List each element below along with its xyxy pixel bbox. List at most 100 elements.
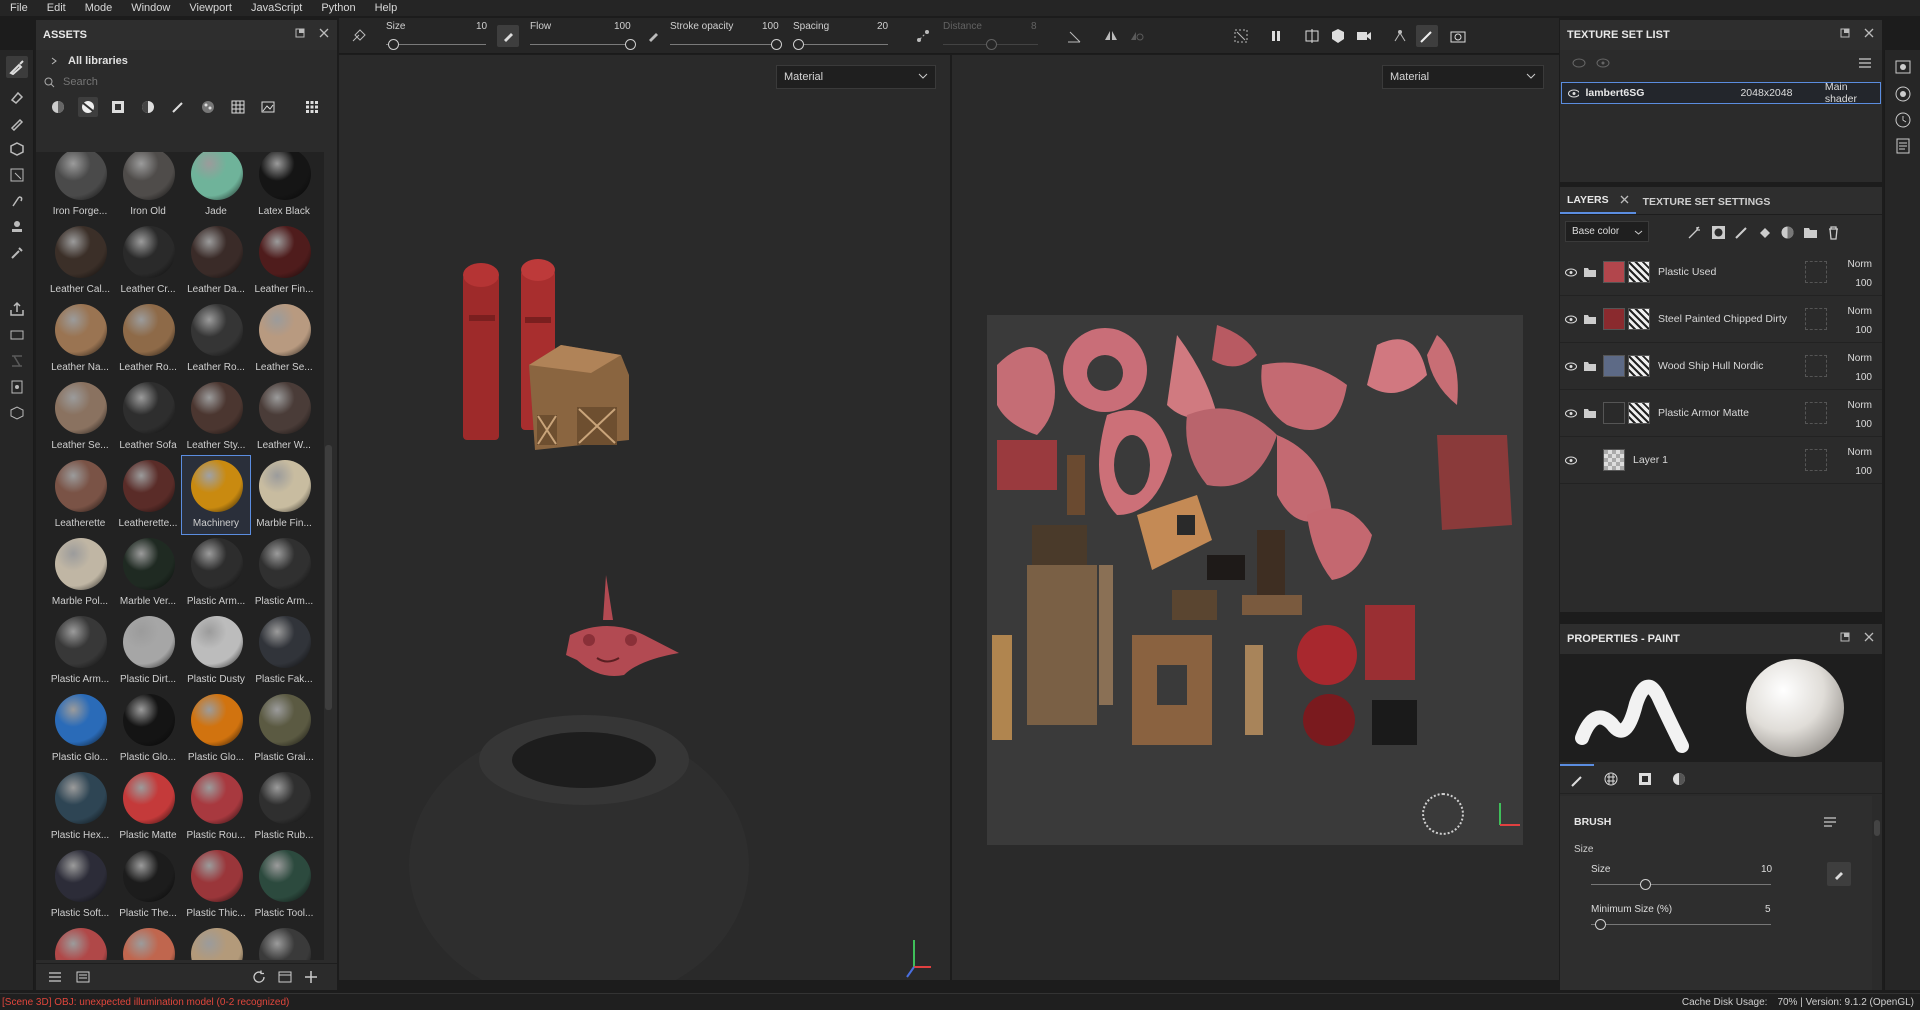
shader-settings-icon[interactable]: [1895, 86, 1911, 102]
view-grid-toggle[interactable]: [302, 97, 322, 117]
material-tile[interactable]: Marble Fin...: [250, 456, 318, 534]
viewport-3d[interactable]: Material: [339, 55, 950, 980]
lazy-mouse-button[interactable]: [912, 25, 934, 47]
paint-brush-tool[interactable]: [6, 56, 28, 78]
visibility-icon[interactable]: [1596, 58, 1610, 68]
material-tile[interactable]: Leather Cal...: [46, 222, 114, 300]
layer-opacity[interactable]: 100: [1832, 274, 1872, 293]
properties-scrollbar[interactable]: [1874, 820, 1880, 836]
layer-mask-slot[interactable]: [1805, 308, 1827, 330]
folder-icon[interactable]: [1583, 361, 1597, 372]
undock-icon[interactable]: [295, 28, 305, 38]
size-pen-pressure-button[interactable]: [497, 25, 519, 47]
brush-size-knob[interactable]: [1640, 879, 1651, 890]
filter-grunges[interactable]: [228, 97, 248, 117]
layer-blend-mode[interactable]: Norm: [1832, 443, 1872, 462]
viewport-2d[interactable]: Material: [952, 55, 1559, 980]
material-tile[interactable]: Plastic Soft...: [46, 846, 114, 924]
material-tile[interactable]: Iron Old: [114, 152, 182, 222]
layer-mask-thumbnail[interactable]: [1628, 402, 1650, 424]
material-tile[interactable]: Plastic Dusty: [182, 612, 250, 690]
projection-tool[interactable]: [6, 112, 28, 134]
menu-mode[interactable]: Mode: [85, 2, 113, 14]
layer-blend-mode[interactable]: Norm: [1832, 302, 1872, 321]
texture-set-row[interactable]: lambert6SG 2048x2048 Main shader: [1561, 81, 1881, 105]
add-mask-icon[interactable]: [1711, 225, 1726, 240]
layer-thumbnail[interactable]: [1603, 402, 1625, 424]
close-icon[interactable]: [319, 28, 329, 38]
visibility-icon[interactable]: [1565, 268, 1577, 277]
material-tile[interactable]: Plastic Glo...: [114, 690, 182, 768]
menu-edit[interactable]: Edit: [47, 2, 66, 14]
layer-blend[interactable]: Norm 100: [1832, 443, 1872, 481]
polygon-fill-tool[interactable]: [6, 164, 28, 186]
layer-opacity[interactable]: 100: [1832, 321, 1872, 340]
export-tool[interactable]: [6, 298, 28, 320]
folder-window-icon[interactable]: [278, 970, 292, 984]
layer-mask-thumbnail[interactable]: [1628, 261, 1650, 283]
filter-procedurals[interactable]: [198, 97, 218, 117]
display-settings-icon[interactable]: [1895, 60, 1911, 74]
material-tile[interactable]: Iron Forge...: [46, 152, 114, 222]
symmetry-button[interactable]: [1100, 25, 1122, 47]
visibility-off-icon[interactable]: [1572, 58, 1586, 68]
layer-blend-mode[interactable]: Norm: [1832, 396, 1872, 415]
menu-window[interactable]: Window: [131, 2, 170, 14]
layer-mask-slot[interactable]: [1805, 449, 1827, 471]
material-tile[interactable]: [46, 924, 114, 960]
material-tile[interactable]: Machinery: [181, 455, 251, 535]
layer-blend-mode[interactable]: Norm: [1832, 255, 1872, 274]
menu-file[interactable]: File: [10, 2, 28, 14]
flow-knob[interactable]: [625, 39, 636, 50]
stroke-opacity-slider[interactable]: Stroke opacity 100: [670, 18, 782, 54]
layer-opacity[interactable]: 100: [1832, 415, 1872, 434]
material-tile[interactable]: Plastic Grai...: [250, 690, 318, 768]
material-tile[interactable]: Plastic Rou...: [182, 768, 250, 846]
folder-icon[interactable]: [1583, 314, 1597, 325]
add-fill-layer-icon[interactable]: [1757, 225, 1772, 240]
screenshot-button[interactable]: [1447, 25, 1469, 47]
brush-menu-icon[interactable]: [1823, 816, 1837, 828]
material-tile[interactable]: Leather Ro...: [182, 300, 250, 378]
hide-selection-button[interactable]: [1230, 25, 1252, 47]
layer-row[interactable]: Plastic Used Norm 100: [1560, 249, 1882, 296]
material-tile[interactable]: Marble Pol...: [46, 534, 114, 612]
layer-row[interactable]: Steel Painted Chipped Dirty Norm 100: [1560, 296, 1882, 343]
filter-textures[interactable]: [138, 97, 158, 117]
paint-mode-button[interactable]: [1416, 25, 1438, 47]
visibility-icon[interactable]: [1568, 89, 1580, 98]
material-tile[interactable]: Latex Black: [250, 152, 318, 222]
color-picker-tool[interactable]: [6, 242, 28, 264]
delete-icon[interactable]: [1826, 225, 1841, 240]
layer-row[interactable]: Layer 1 Norm 100: [1560, 437, 1882, 484]
assets-scrollbar[interactable]: [325, 445, 332, 710]
layer-mask-thumbnail[interactable]: [1628, 308, 1650, 330]
material-tile[interactable]: Plastic Glo...: [182, 690, 250, 768]
material-tile[interactable]: Plastic Arm...: [182, 534, 250, 612]
spacing-knob[interactable]: [792, 39, 804, 50]
layer-mask-slot[interactable]: [1805, 261, 1827, 283]
refresh-icon[interactable]: [252, 970, 266, 984]
flow-slider[interactable]: Flow 100: [530, 18, 636, 54]
layer-row[interactable]: Plastic Armor Matte Norm 100: [1560, 390, 1882, 437]
brush-size-pressure-button[interactable]: [1827, 862, 1851, 886]
layer-mask-slot[interactable]: [1805, 355, 1827, 377]
material-tile[interactable]: Leather W...: [250, 378, 318, 456]
material-tile[interactable]: Leather Sofa: [114, 378, 182, 456]
min-size-slider[interactable]: Minimum Size (%) 5: [1591, 904, 1771, 932]
filter-smart-materials[interactable]: [48, 97, 68, 117]
material-tile[interactable]: [250, 924, 318, 960]
smudge-tool[interactable]: [6, 190, 28, 212]
channel-dropdown[interactable]: Base color: [1565, 221, 1649, 242]
min-size-knob[interactable]: [1595, 919, 1606, 930]
material-tile[interactable]: Leatherette: [46, 456, 114, 534]
material-tile[interactable]: Jade: [182, 152, 250, 222]
tab-material[interactable]: [1662, 764, 1696, 794]
layer-thumbnail[interactable]: [1603, 355, 1625, 377]
filter-list-icon[interactable]: [76, 971, 90, 983]
brush-preset-button[interactable]: [348, 25, 370, 47]
tab-texture-set-settings[interactable]: TEXTURE SET SETTINGS: [1636, 196, 1778, 214]
menu-help[interactable]: Help: [375, 2, 398, 14]
geometry-mask-tool[interactable]: [6, 138, 28, 160]
menu-python[interactable]: Python: [321, 2, 355, 14]
